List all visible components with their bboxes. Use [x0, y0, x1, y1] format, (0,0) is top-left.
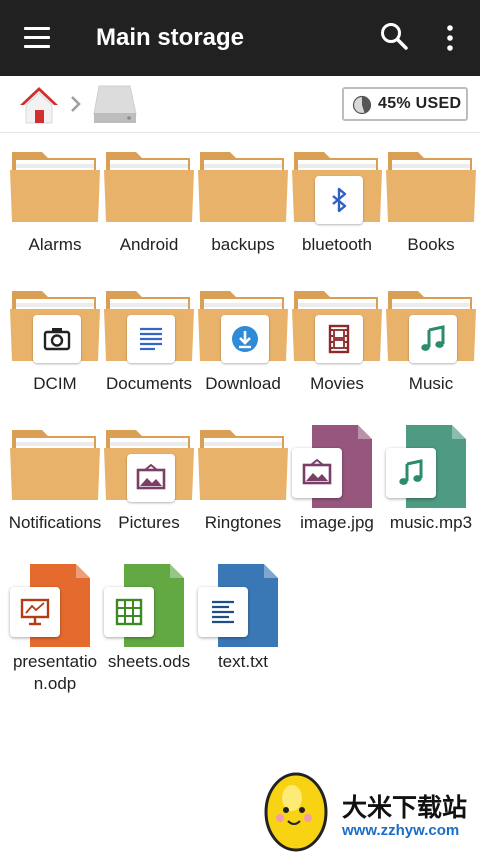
item-label: sheets.ods — [107, 652, 191, 671]
item-label: Books — [407, 235, 455, 254]
folder-item-books[interactable]: Books — [384, 146, 478, 256]
file-thumbnail — [196, 563, 290, 649]
folder-item-alarms[interactable]: Alarms — [8, 146, 102, 256]
item-label: Music — [408, 374, 454, 393]
folder-item-music[interactable]: Music — [384, 285, 478, 395]
more-vert-icon[interactable] — [438, 22, 462, 54]
folder-thumbnail — [8, 146, 102, 232]
folder-thumbnail — [102, 146, 196, 232]
menu-icon[interactable] — [20, 24, 54, 52]
folder-item-documents[interactable]: Documents — [102, 285, 196, 395]
folder-icon — [198, 430, 288, 500]
folder-thumbnail — [102, 285, 196, 371]
file-item-text-txt[interactable]: text.txt — [196, 563, 290, 673]
item-label: Notifications — [8, 513, 102, 532]
file-thumbnail — [384, 424, 478, 510]
folder-thumbnail — [290, 285, 384, 371]
download-icon — [221, 315, 269, 363]
home-icon[interactable] — [18, 84, 60, 126]
file-thumbnail — [102, 563, 196, 649]
watermark-url: www.zzhyw.com — [342, 822, 460, 839]
file-item-presentation-odp[interactable]: presentation.odp — [8, 563, 102, 695]
item-label: presentation.odp — [12, 652, 98, 693]
picture-icon — [127, 454, 175, 502]
folder-thumbnail — [8, 285, 102, 371]
folder-icon — [104, 152, 194, 222]
file-item-music-mp3[interactable]: music.mp3 — [384, 424, 478, 534]
folder-thumbnail — [8, 424, 102, 510]
folder-icon — [198, 152, 288, 222]
watermark-title: 大米下载站 — [342, 794, 468, 822]
document-icon — [127, 315, 175, 363]
presentation-icon — [10, 587, 60, 637]
spreadsheet-icon — [104, 587, 154, 637]
file-thumbnail — [290, 424, 384, 510]
breadcrumb: 45% USED — [0, 76, 480, 133]
mascot-logo-icon — [264, 772, 328, 852]
chevron-right-icon — [68, 92, 84, 116]
page-title: Main storage — [96, 24, 245, 51]
music-note-icon — [386, 448, 436, 498]
storage-drive-icon[interactable] — [92, 84, 138, 124]
item-label: Movies — [310, 374, 364, 393]
text-lines-icon — [198, 587, 248, 637]
bluetooth-icon — [315, 176, 363, 224]
folder-icon — [386, 152, 476, 222]
item-label: Pictures — [118, 513, 180, 532]
storage-usage-label: 45% USED — [378, 95, 462, 112]
item-label: backups — [211, 235, 275, 254]
folder-thumbnail — [196, 146, 290, 232]
camera-icon — [33, 315, 81, 363]
folder-item-pictures[interactable]: Pictures — [102, 424, 196, 534]
usage-pie-icon — [352, 95, 372, 115]
item-label: Documents — [106, 374, 192, 393]
folder-thumbnail — [102, 424, 196, 510]
item-label: bluetooth — [302, 235, 372, 254]
file-item-sheets-ods[interactable]: sheets.ods — [102, 563, 196, 673]
folder-item-download[interactable]: Download — [196, 285, 290, 395]
folder-thumbnail — [196, 285, 290, 371]
folder-thumbnail — [290, 146, 384, 232]
file-thumbnail — [8, 563, 102, 649]
item-label: Ringtones — [204, 513, 282, 532]
picture-icon — [292, 448, 342, 498]
folder-item-backups[interactable]: backups — [196, 146, 290, 256]
folder-icon — [10, 152, 100, 222]
item-label: image.jpg — [300, 513, 374, 532]
folder-item-notifications[interactable]: Notifications — [8, 424, 102, 534]
watermark-logo: 大米下载站 www.zzhyw.com — [258, 766, 480, 853]
item-label: Alarms — [28, 235, 82, 254]
folder-thumbnail — [384, 146, 478, 232]
item-label: DCIM — [33, 374, 77, 393]
folder-item-movies[interactable]: Movies — [290, 285, 384, 395]
folder-thumbnail — [384, 285, 478, 371]
item-label: Android — [119, 235, 179, 254]
item-label: Download — [205, 374, 281, 393]
folder-thumbnail — [196, 424, 290, 510]
search-icon[interactable] — [378, 20, 412, 54]
item-label: music.mp3 — [389, 513, 473, 532]
film-icon — [315, 315, 363, 363]
storage-usage-button[interactable]: 45% USED — [342, 87, 468, 121]
app-bar: Main storage — [0, 0, 480, 76]
folder-item-ringtones[interactable]: Ringtones — [196, 424, 290, 534]
folder-item-bluetooth[interactable]: bluetooth — [290, 146, 384, 256]
item-label: text.txt — [217, 652, 269, 671]
folder-item-dcim[interactable]: DCIM — [8, 285, 102, 395]
file-item-image-jpg[interactable]: image.jpg — [290, 424, 384, 534]
folder-item-android[interactable]: Android — [102, 146, 196, 256]
folder-icon — [10, 430, 100, 500]
music-note-icon — [409, 315, 457, 363]
